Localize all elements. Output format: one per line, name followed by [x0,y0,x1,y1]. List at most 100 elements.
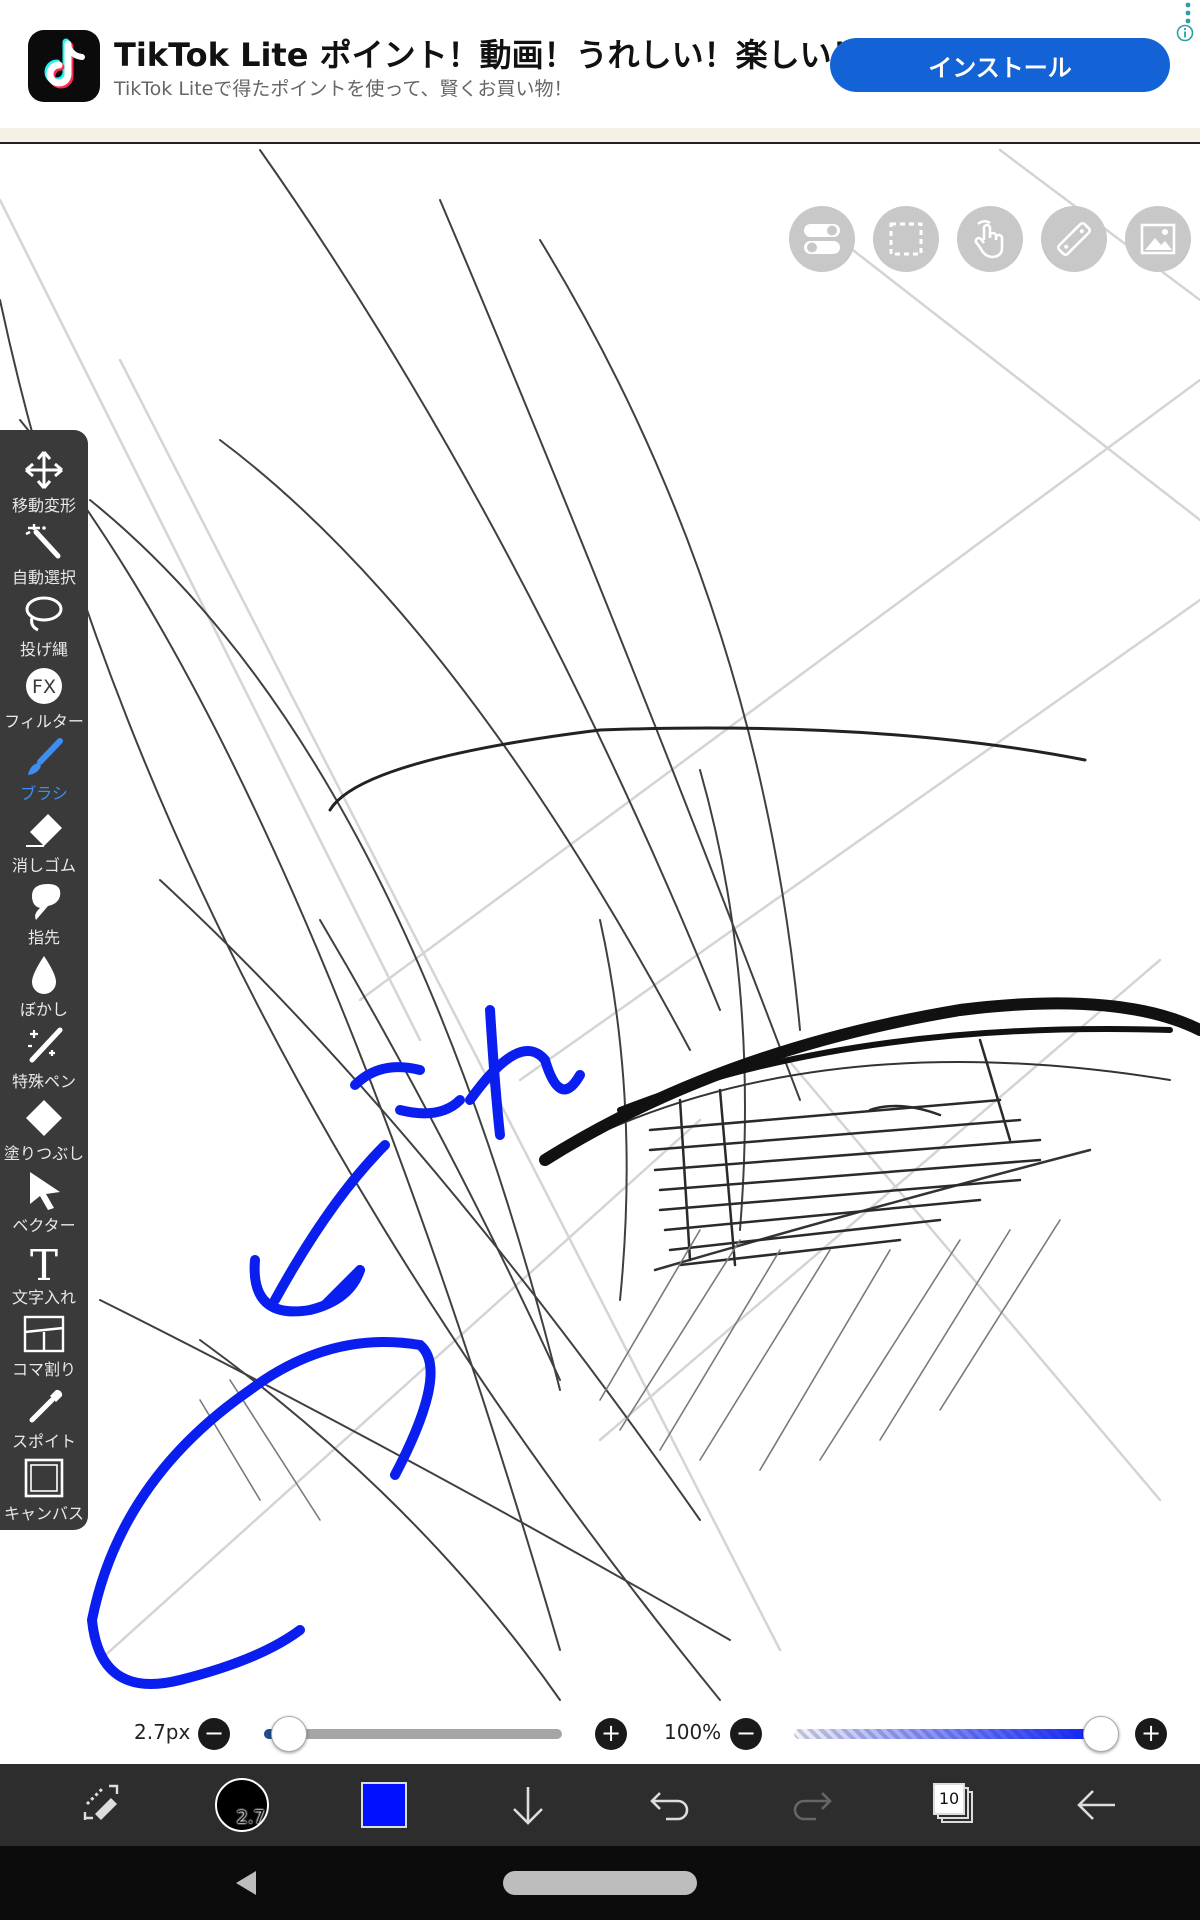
tiktok-logo-icon [28,30,100,102]
color-button[interactable] [349,1772,419,1838]
ad-menu-icon[interactable] [1184,2,1192,24]
tool-label: 自動選択 [11,568,76,587]
opacity-decrease-button[interactable]: − [730,1718,762,1750]
tool-palette: 移動変形 自動選択 投げ縄 FX フィルター ブラシ 消しゴム 指先 ぼかし 特… [0,430,88,1530]
tool-label: 指先 [27,928,60,947]
toggle-button[interactable] [789,206,855,272]
ruler-button[interactable] [1041,206,1107,272]
selection-icon [889,222,923,256]
layer-count: 10 [933,1783,965,1815]
tool-finger[interactable]: 指先 [0,878,88,950]
opacity-readout: 100% [664,1720,722,1744]
fill-icon [26,1100,62,1136]
tool-panel[interactable]: コマ割り [0,1310,88,1382]
hand-button[interactable] [957,206,1023,272]
ad-subtitle: TikTok Liteで得たポイントを使って、賢くお買い物！ [114,78,573,100]
layers-button[interactable]: 10 [920,1772,990,1838]
brush-size-button[interactable]: 2.7 [207,1772,277,1838]
tool-label: ベクター [12,1216,76,1235]
opacity-knob[interactable] [1083,1716,1119,1752]
brush-size-slider[interactable] [264,1729,562,1739]
nav-home-pill[interactable] [503,1871,697,1895]
canvas-icon [24,1458,64,1498]
tool-label: フィルター [4,712,84,731]
tool-text[interactable]: T 文字入れ [0,1238,88,1310]
panel-icon [23,1315,65,1353]
text-icon: T [30,1242,58,1282]
bottom-toolbar: 2.7 10 [0,1764,1200,1846]
back-button[interactable] [1062,1772,1132,1838]
tool-label: キャンバス [3,1504,84,1523]
size-decrease-button[interactable]: − [198,1718,230,1750]
svg-text:T: T [30,1242,58,1282]
tool-vector[interactable]: ベクター [0,1166,88,1238]
tool-label: スポイト [11,1432,76,1451]
brush-size-readout: 2.7px [134,1720,191,1744]
opacity-fill [794,1729,1100,1739]
sketch-artwork [0,148,1200,1701]
tool-label: 特殊ペン [11,1072,76,1091]
tool-label: 塗りつぶし [3,1144,85,1163]
image-icon [1140,223,1176,255]
hand-icon [974,220,1004,259]
tool-label: 文字入れ [11,1288,76,1307]
brush-size-badge: 2.7 [236,1807,265,1828]
layers-icon: 10 [933,1783,977,1827]
finger-icon [32,884,61,920]
tool-fill[interactable]: 塗りつぶし [0,1094,88,1166]
tool-filter[interactable]: FX フィルター [0,662,88,734]
tool-label: コマ割り [11,1360,76,1379]
tool-lasso[interactable]: 投げ縄 [0,590,88,662]
opacity-slider[interactable] [794,1729,1100,1739]
ad-title: TikTok Lite ポイント！動画！うれしい！楽しい！ [114,36,864,74]
tool-move-transform[interactable]: 移動変形 [0,446,88,518]
special-pen-icon [28,1027,63,1063]
undo-button[interactable] [635,1772,705,1838]
tool-eraser[interactable]: 消しゴム [0,806,88,878]
tool-blur[interactable]: ぼかし [0,950,88,1022]
quick-switch-button[interactable] [66,1772,136,1838]
tool-special-pen[interactable]: 特殊ペン [0,1022,88,1094]
brush-size-knob[interactable] [270,1716,307,1752]
eyedropper-icon [29,1389,63,1423]
tool-label: 消しゴム [11,856,76,875]
tool-auto-select[interactable]: 自動選択 [0,518,88,590]
arrow-down-icon [513,1787,543,1825]
opacity-increase-button[interactable]: + [1135,1718,1167,1750]
tool-label: ブラシ [20,784,68,803]
tool-label: 移動変形 [11,496,76,515]
brush-size-circle: 2.7 [215,1778,269,1832]
tool-brush[interactable]: ブラシ [0,734,88,806]
system-nav-bar [0,1846,1200,1920]
drawing-canvas[interactable]: これ [0,144,1200,1764]
image-button[interactable] [1125,206,1191,272]
redo-icon [793,1792,832,1821]
ad-divider [0,128,1200,142]
ad-info-icon[interactable] [1176,24,1194,42]
redo-button[interactable] [777,1772,847,1838]
ad-banner[interactable]: TikTok Lite ポイント！動画！うれしい！楽しい！ TikTok Lit… [0,0,1200,144]
blur-drop-icon [32,956,56,994]
tool-label: 投げ縄 [19,640,68,659]
save-down-button[interactable] [493,1772,563,1838]
vector-cursor-icon [30,1172,60,1210]
brush-icon [28,738,63,775]
color-swatch [361,1782,407,1828]
move-icon [25,451,63,489]
pen-eraser-switch-icon [83,1784,119,1820]
selection-button[interactable] [873,206,939,272]
tool-canvas[interactable]: キャンバス [0,1454,88,1526]
nav-back-icon[interactable] [232,1868,262,1898]
install-button[interactable]: インストール [830,38,1170,92]
size-increase-button[interactable]: + [595,1718,627,1750]
lasso-icon [25,596,63,632]
undo-icon [650,1792,689,1821]
tool-eyedropper[interactable]: スポイト [0,1382,88,1454]
magic-wand-icon [25,524,61,559]
eraser-icon [26,814,62,847]
toggle-icon [804,224,840,254]
fx-icon: FX [26,668,62,704]
ruler-icon [1056,221,1092,257]
tool-label: ぼかし [19,1000,68,1019]
brush-slider-strip: 2.7px − + 100% − + [0,1706,1200,1762]
